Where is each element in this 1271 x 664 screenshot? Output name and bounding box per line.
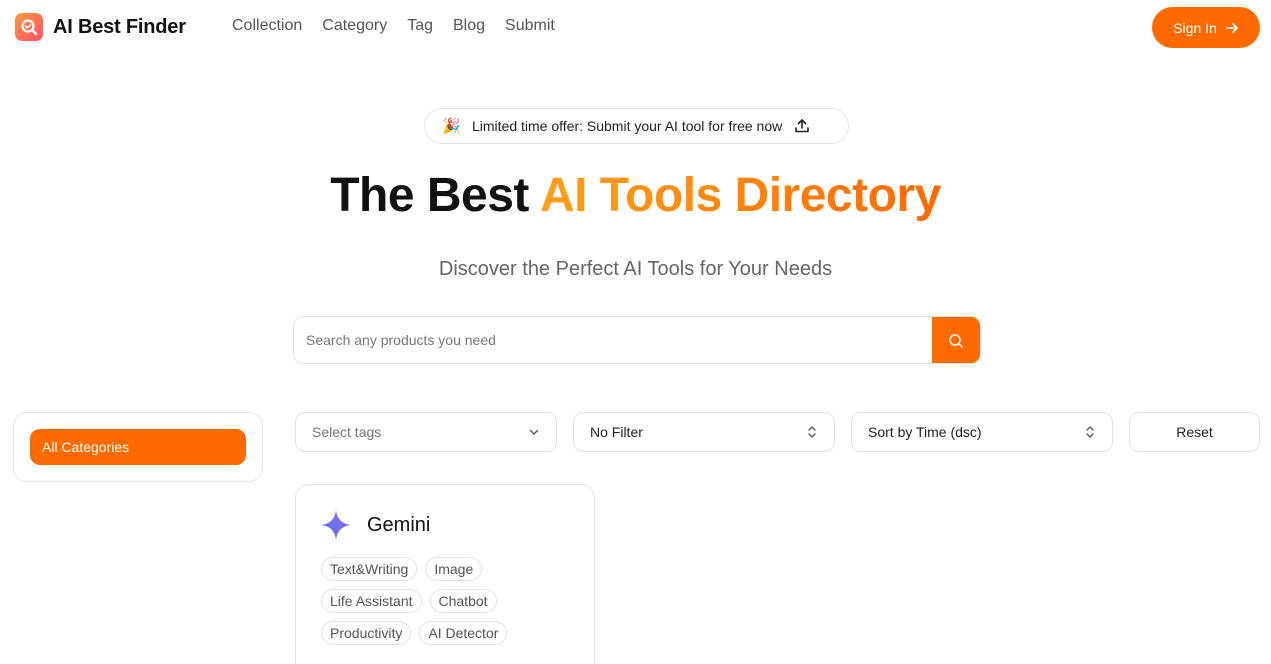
gemini-sparkle-icon: [321, 510, 351, 540]
tool-name: Gemini: [367, 513, 431, 536]
tag-row: Text&Writing Image: [321, 557, 571, 581]
nav-blog[interactable]: Blog: [453, 17, 485, 35]
tags-select[interactable]: Select tags: [295, 412, 557, 452]
tags-select-placeholder: Select tags: [312, 424, 382, 440]
title-plain: The Best: [330, 169, 540, 222]
sort-select-value: Sort by Time (dsc): [868, 424, 982, 440]
tag-chip[interactable]: Image: [425, 557, 483, 581]
tag-chip[interactable]: Text&Writing: [321, 557, 418, 581]
brand-name: AI Best Finder: [53, 15, 186, 38]
brand-logo[interactable]: AI Best Finder: [15, 13, 186, 41]
search-bar: [293, 316, 981, 364]
chevron-up-down-icon: [1086, 426, 1094, 438]
chevron-up-down-icon: [808, 426, 816, 438]
category-sidebar: All Categories: [13, 412, 263, 482]
tag-chip[interactable]: AI Detector: [419, 621, 508, 645]
tag-chip[interactable]: Chatbot: [429, 589, 497, 613]
sign-in-button[interactable]: Sign In: [1152, 7, 1260, 48]
main-nav: Collection Category Tag Blog Submit: [232, 17, 555, 35]
offer-text: Limited time offer: Submit your AI tool …: [472, 118, 783, 134]
filter-select-value: No Filter: [590, 424, 643, 440]
page-title: The Best AI Tools Directory: [0, 168, 1271, 223]
search-input[interactable]: [294, 317, 932, 363]
title-highlight: AI Tools Directory: [539, 169, 941, 222]
nav-category[interactable]: Category: [322, 17, 387, 35]
party-popper-icon: 🎉: [442, 118, 461, 135]
upload-icon: [795, 119, 810, 133]
offer-banner[interactable]: 🎉 Limited time offer: Submit your AI too…: [424, 108, 849, 144]
tool-tags: Text&Writing Image Life Assistant Chatbo…: [321, 557, 571, 653]
nav-collection[interactable]: Collection: [232, 17, 302, 35]
arrow-right-icon: [1225, 22, 1238, 33]
search-button[interactable]: [932, 317, 980, 363]
sort-select[interactable]: Sort by Time (dsc): [851, 412, 1113, 452]
tag-chip[interactable]: Life Assistant: [321, 589, 422, 613]
filter-select[interactable]: No Filter: [573, 412, 835, 452]
nav-tag[interactable]: Tag: [407, 17, 433, 35]
nav-submit[interactable]: Submit: [505, 17, 555, 35]
logo-magnifier-icon: [15, 13, 43, 41]
search-icon: [949, 334, 963, 348]
category-all[interactable]: All Categories: [30, 429, 246, 465]
sign-in-label: Sign In: [1173, 19, 1217, 36]
tag-row: Life Assistant Chatbot: [321, 589, 571, 613]
site-header: AI Best Finder Collection Category Tag B…: [0, 0, 1271, 56]
tag-chip[interactable]: Productivity: [321, 621, 412, 645]
reset-button[interactable]: Reset: [1129, 412, 1260, 452]
chevron-down-icon: [529, 429, 539, 435]
tool-card[interactable]: Gemini Text&Writing Image Life Assistant…: [295, 484, 595, 664]
page-subtitle: Discover the Perfect AI Tools for Your N…: [438, 258, 833, 280]
tag-row: Productivity AI Detector: [321, 621, 571, 645]
tool-card-header: Gemini: [320, 509, 430, 541]
